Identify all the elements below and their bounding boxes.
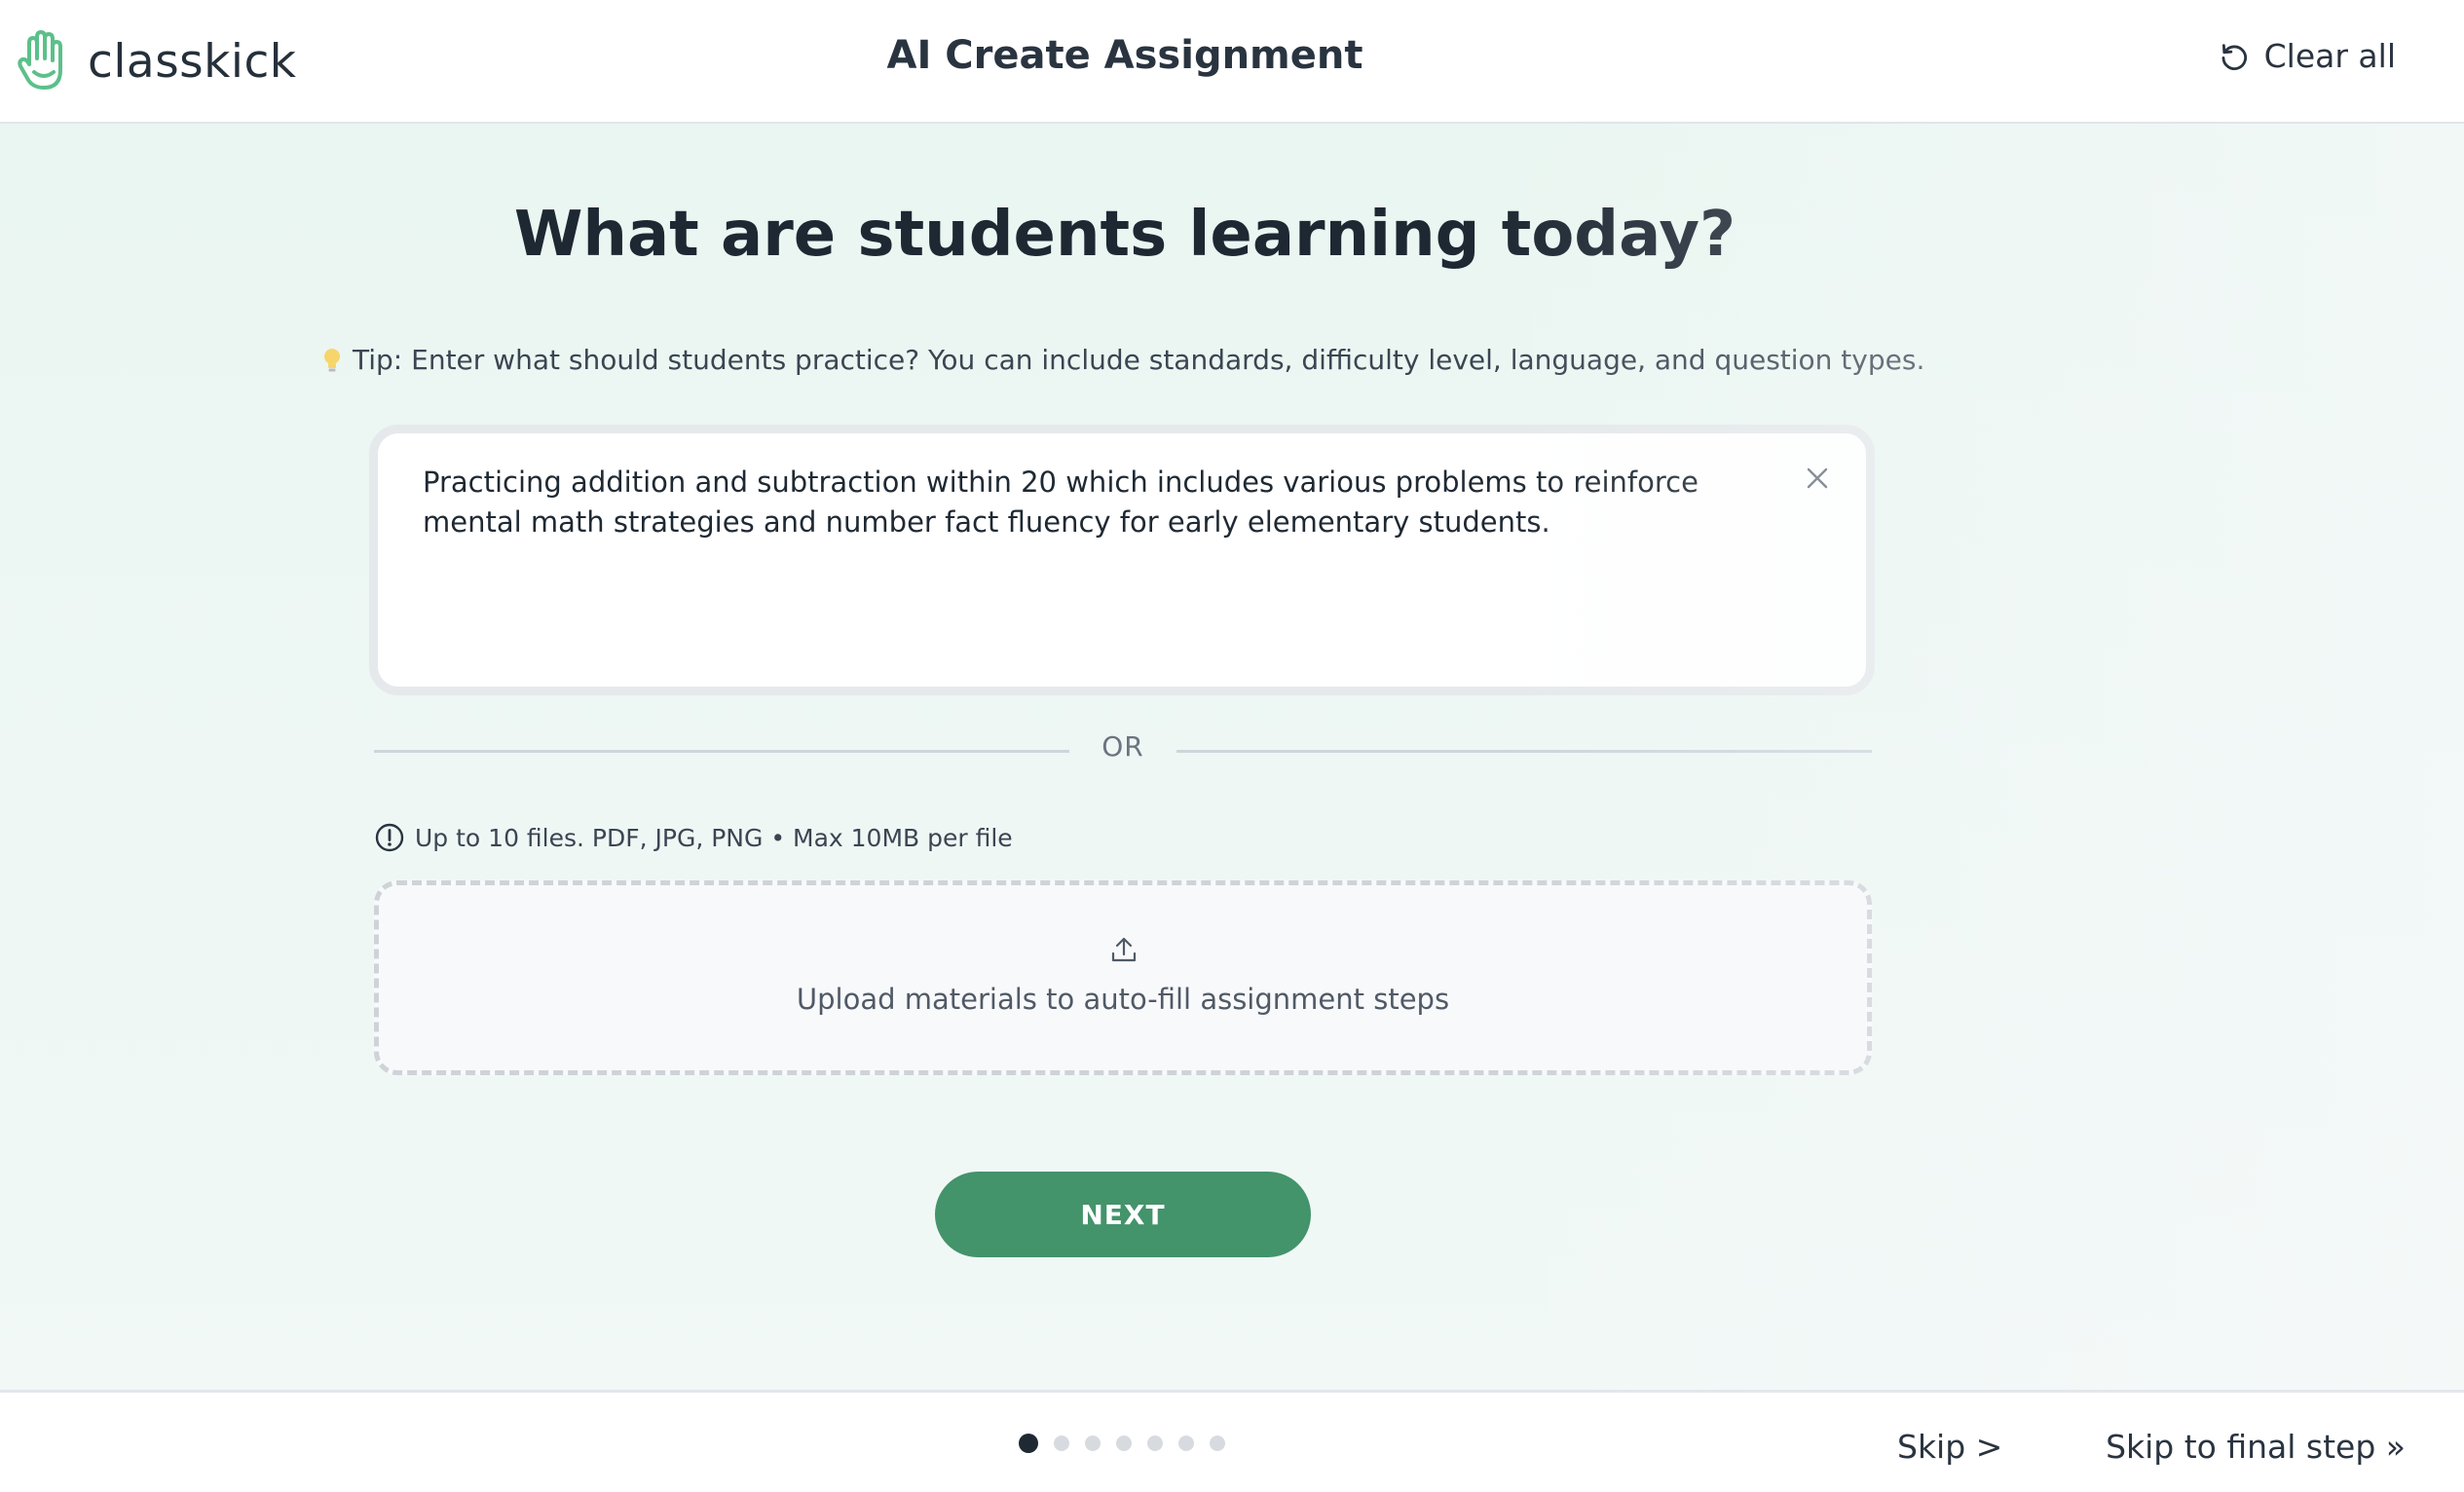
page-title: AI Create Assignment: [886, 33, 1363, 78]
step-progress-dots: [1019, 1434, 1241, 1453]
divider-line-right: [1176, 750, 1872, 753]
top-header: classkick AI Create Assignment Clear all: [0, 0, 2464, 124]
bottom-footer: Skip > Skip to final step »: [0, 1390, 2464, 1492]
or-divider: OR: [374, 730, 1872, 769]
upload-label: Upload materials to auto-fill assignment…: [796, 983, 1450, 1016]
info-circle-icon: [375, 823, 404, 852]
progress-dot-2: [1054, 1436, 1069, 1451]
clear-all-label: Clear all: [2263, 37, 2396, 75]
progress-dot-7: [1210, 1436, 1225, 1451]
progress-dot-6: [1178, 1436, 1194, 1451]
or-label: OR: [1101, 730, 1144, 763]
progress-dot-3: [1085, 1436, 1101, 1451]
file-limits-label: Up to 10 files. PDF, JPG, PNG • Max 10MB…: [415, 823, 1013, 852]
next-button[interactable]: NEXT: [935, 1172, 1311, 1257]
upload-dropzone[interactable]: Upload materials to auto-fill assignment…: [374, 880, 1872, 1075]
prompt-text-value[interactable]: Practicing addition and subtraction with…: [423, 463, 1767, 542]
progress-dot-1: [1019, 1434, 1038, 1453]
close-icon[interactable]: [1806, 466, 1829, 490]
tip-label: Tip: Enter what should students practice…: [353, 344, 1925, 376]
lightbulb-icon: [324, 348, 340, 371]
progress-dot-4: [1116, 1436, 1132, 1451]
clear-all-button[interactable]: Clear all: [2218, 37, 2396, 75]
file-limits-note: Up to 10 files. PDF, JPG, PNG • Max 10MB…: [374, 822, 1013, 853]
skip-button[interactable]: Skip >: [1897, 1428, 2002, 1466]
upload-icon: [1111, 937, 1137, 962]
divider-line-left: [374, 750, 1069, 753]
tip-text: Tip: Enter what should students practice…: [321, 344, 1924, 376]
step-question-heading: What are students learning today?: [513, 199, 1736, 271]
prompt-textarea[interactable]: Practicing addition and subtraction with…: [369, 425, 1875, 695]
progress-dot-5: [1147, 1436, 1163, 1451]
refresh-icon: [2221, 43, 2247, 70]
skip-to-final-step-button[interactable]: Skip to final step »: [2106, 1428, 2406, 1466]
main-content: What are students learning today? Tip: E…: [0, 124, 2464, 1390]
